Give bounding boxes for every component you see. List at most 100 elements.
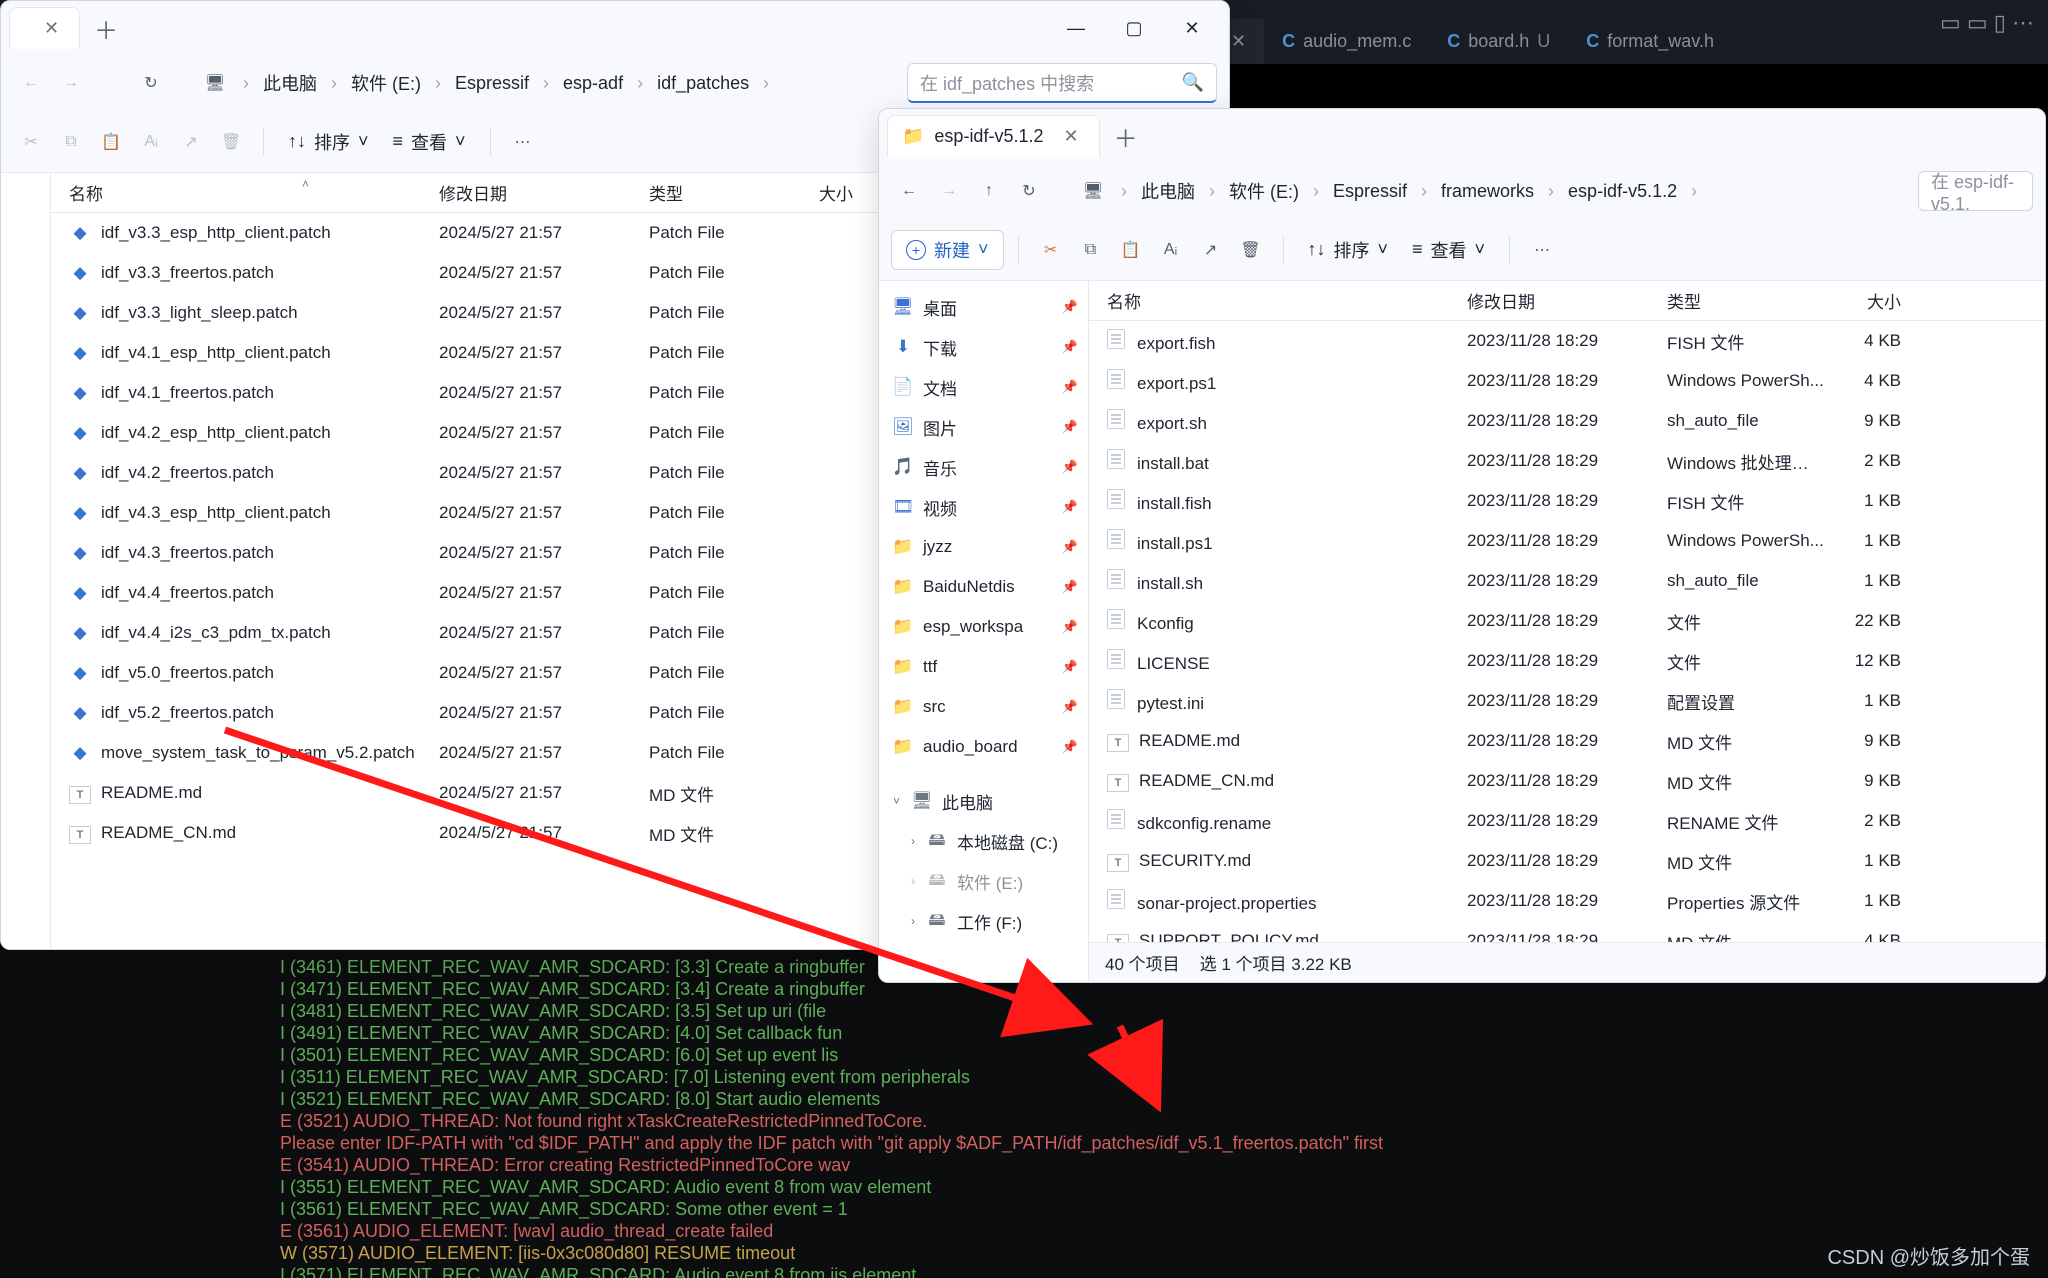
search-input[interactable]: 在 esp-idf-v5.1. <box>1918 171 2033 211</box>
col-date[interactable]: 修改日期 <box>1449 288 1649 313</box>
breadcrumb-item[interactable]: esp-adf <box>563 73 623 94</box>
window-tab[interactable]: ✕ <box>9 7 80 49</box>
new-tab-button[interactable]: ＋ <box>1108 118 1144 154</box>
pin-icon[interactable]: 📌 <box>1062 539 1078 555</box>
file-row[interactable]: export.fish2023/11/28 18:29FISH 文件4 KB <box>1089 321 2045 361</box>
sidebar-item[interactable]: 📁jyzz📌 <box>879 527 1088 567</box>
pc-icon[interactable]: 🖥 <box>197 65 233 101</box>
sidebar-item[interactable]: 🎞视频📌 <box>879 487 1088 527</box>
maximize-button[interactable]: ▢ <box>1105 6 1163 50</box>
refresh-button[interactable]: ↻ <box>1011 173 1047 209</box>
file-row[interactable]: sdkconfig.rename2023/11/28 18:29RENAME 文… <box>1089 801 2045 841</box>
forward-button[interactable]: → <box>931 173 967 209</box>
sidebar-item[interactable]: 📄文档📌 <box>879 367 1088 407</box>
cut-icon[interactable]: ✂ <box>1033 232 1069 268</box>
file-row[interactable]: TREADME.md2023/11/28 18:29MD 文件9 KB <box>1089 721 2045 761</box>
more-icon[interactable]: ⋯ <box>505 124 541 160</box>
breadcrumb-item[interactable]: frameworks <box>1441 181 1534 202</box>
refresh-button[interactable]: ↻ <box>133 65 169 101</box>
tree-item[interactable]: ›🖴工作 (F:) <box>879 901 1088 941</box>
close-button[interactable]: ✕ <box>1163 6 1221 50</box>
titlebar[interactable]: ✕ ＋ — ▢ ✕ <box>1 1 1229 55</box>
column-headers[interactable]: 名称 修改日期 类型 大小 <box>1089 281 2045 321</box>
pin-icon[interactable]: 📌 <box>1062 339 1078 355</box>
vscode-tab[interactable]: Cformat_wav.h <box>1568 19 1732 64</box>
col-size[interactable]: 大小 <box>1824 288 1919 313</box>
sidebar-item[interactable]: 📁ttf📌 <box>879 647 1088 687</box>
sidebar-item[interactable]: 🖼图片📌 <box>879 407 1088 447</box>
pin-icon[interactable]: 📌 <box>1062 379 1078 395</box>
file-row[interactable]: TREADME_CN.md2023/11/28 18:29MD 文件9 KB <box>1089 761 2045 801</box>
close-icon[interactable]: ✕ <box>44 18 59 39</box>
file-row[interactable]: install.ps12023/11/28 18:29Windows Power… <box>1089 521 2045 561</box>
sidebar-item[interactable]: 📁src📌 <box>879 687 1088 727</box>
col-name[interactable]: 名称 <box>1089 288 1449 313</box>
close-icon[interactable]: ✕ <box>1231 31 1246 52</box>
pin-icon[interactable]: 📌 <box>1062 579 1078 595</box>
delete-icon[interactable]: 🗑 <box>213 124 249 160</box>
delete-icon[interactable]: 🗑 <box>1233 232 1269 268</box>
sidebar-item[interactable]: 📁esp_workspa📌 <box>879 607 1088 647</box>
share-icon[interactable]: ↗ <box>1193 232 1229 268</box>
file-row[interactable]: export.ps12023/11/28 18:29Windows PowerS… <box>1089 361 2045 401</box>
breadcrumb-item[interactable]: 软件 (E:) <box>351 70 421 96</box>
expand-icon[interactable]: › <box>911 914 915 928</box>
share-icon[interactable]: ↗ <box>173 124 209 160</box>
file-row[interactable]: TSECURITY.md2023/11/28 18:29MD 文件1 KB <box>1089 841 2045 881</box>
copy-icon[interactable]: ⧉ <box>53 124 89 160</box>
sidebar-item[interactable]: 📁audio_board📌 <box>879 727 1088 767</box>
expand-icon[interactable]: › <box>911 874 915 888</box>
file-row[interactable]: LICENSE2023/11/28 18:29文件12 KB <box>1089 641 2045 681</box>
more-icon[interactable]: ⋯ <box>1524 232 1560 268</box>
file-row[interactable]: install.sh2023/11/28 18:29sh_auto_file1 … <box>1089 561 2045 601</box>
pin-icon[interactable]: 📌 <box>1062 739 1078 755</box>
close-icon[interactable]: ✕ <box>1063 126 1078 147</box>
file-row[interactable]: sonar-project.properties2023/11/28 18:29… <box>1089 881 2045 921</box>
file-row[interactable]: install.fish2023/11/28 18:29FISH 文件1 KB <box>1089 481 2045 521</box>
vscode-tab[interactable]: Caudio_mem.c <box>1264 19 1429 64</box>
sort-button[interactable]: ↑↓ 排序 ˅ <box>278 124 379 160</box>
expand-icon[interactable]: ˅ <box>893 794 900 808</box>
titlebar[interactable]: 📁esp-idf-v5.1.2✕ ＋ <box>879 109 2045 163</box>
minimize-button[interactable]: — <box>1047 6 1105 50</box>
pin-icon[interactable]: 📌 <box>1062 299 1078 315</box>
search-icon[interactable]: 🔍 <box>1182 72 1204 93</box>
breadcrumb-item[interactable]: Espressif <box>1333 181 1407 202</box>
breadcrumb[interactable]: ›此电脑›软件 (E:)›Espressif›frameworks›esp-id… <box>1115 178 1914 204</box>
pin-icon[interactable]: 📌 <box>1062 499 1078 515</box>
breadcrumb-item[interactable]: idf_patches <box>657 73 749 94</box>
col-date[interactable]: 修改日期 <box>421 180 631 205</box>
tree-item[interactable]: ›🖴软件 (E:) <box>879 861 1088 901</box>
sort-button[interactable]: ↑↓ 排序 ˅ <box>1298 232 1399 268</box>
pin-icon[interactable]: 📌 <box>1062 659 1078 675</box>
back-button[interactable]: ← <box>891 173 927 209</box>
breadcrumb-item[interactable]: 此电脑 <box>263 70 317 96</box>
search-input[interactable]: 在 idf_patches 中搜索 🔍 <box>907 63 1217 103</box>
forward-button[interactable]: → <box>53 65 89 101</box>
rename-icon[interactable]: Aᵢ <box>1153 232 1189 268</box>
copy-icon[interactable]: ⧉ <box>1073 232 1109 268</box>
expand-icon[interactable]: › <box>911 834 915 848</box>
up-button[interactable]: ↑ <box>971 173 1007 209</box>
paste-icon[interactable]: 📋 <box>93 124 129 160</box>
paste-icon[interactable]: 📋 <box>1113 232 1149 268</box>
pin-icon[interactable]: 📌 <box>1062 619 1078 635</box>
sidebar-item[interactable]: 🖥桌面📌 <box>879 287 1088 327</box>
rename-icon[interactable]: Aᵢ <box>133 124 169 160</box>
breadcrumb-item[interactable]: esp-idf-v5.1.2 <box>1568 181 1677 202</box>
window-tab[interactable]: 📁esp-idf-v5.1.2✕ <box>887 115 1100 157</box>
new-tab-button[interactable]: ＋ <box>88 10 124 46</box>
file-row[interactable]: Kconfig2023/11/28 18:29文件22 KB <box>1089 601 2045 641</box>
col-type[interactable]: 类型 <box>1649 288 1824 313</box>
pin-icon[interactable]: 📌 <box>1062 459 1078 475</box>
tree-item[interactable]: ˅🖥此电脑 <box>879 781 1088 821</box>
back-button[interactable]: ← <box>13 65 49 101</box>
view-button[interactable]: ≡ 查看 ˅ <box>1402 232 1495 268</box>
tree-item[interactable]: ›🖴本地磁盘 (C:) <box>879 821 1088 861</box>
breadcrumb[interactable]: ›此电脑›软件 (E:)›Espressif›esp-adf›idf_patch… <box>237 70 903 96</box>
sidebar-item[interactable]: ⬇下载📌 <box>879 327 1088 367</box>
sidebar-item[interactable]: 🎵音乐📌 <box>879 447 1088 487</box>
pc-icon[interactable]: 🖥 <box>1075 173 1111 209</box>
vscode-tab[interactable]: Cboard.h U <box>1429 19 1568 64</box>
file-row[interactable]: TSUPPORT_POLICY.md2023/11/28 18:29MD 文件4… <box>1089 921 2045 942</box>
